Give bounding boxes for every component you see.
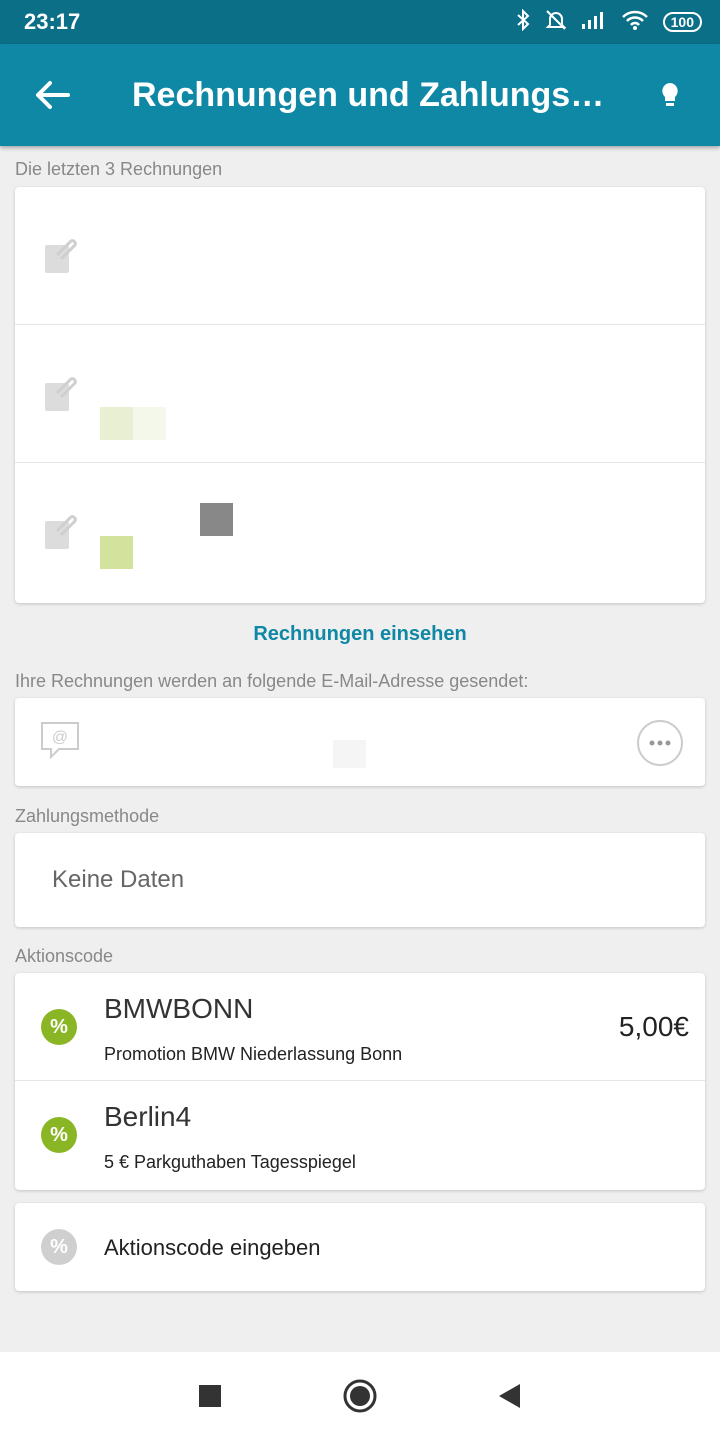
more-dots-icon (649, 740, 671, 746)
promo-description: Promotion BMW Niederlassung Bonn (104, 1044, 403, 1064)
arrow-left-icon (36, 81, 70, 109)
promo-list-card: % BMWBONN Promotion BMW Niederlassung Bo… (15, 973, 705, 1190)
system-nav-bar (0, 1352, 720, 1440)
bell-off-icon (545, 9, 567, 36)
email-card[interactable]: @ (15, 698, 705, 786)
lightbulb-icon (662, 83, 678, 106)
percent-icon: % (41, 1009, 77, 1045)
percent-icon: % (41, 1117, 77, 1153)
svg-text:@: @ (52, 729, 68, 746)
status-bar: 23:17 100 (0, 0, 720, 44)
invoice-row[interactable] (15, 463, 705, 601)
paperclip-document-icon (45, 239, 77, 273)
promo-description: 5 € Parkguthaben Tagesspiegel (104, 1152, 356, 1172)
promo-section-label: Aktionscode (15, 946, 114, 966)
back-button[interactable] (0, 44, 104, 146)
tips-button[interactable] (620, 44, 720, 146)
paperclip-document-icon (45, 377, 77, 411)
redacted-block (133, 407, 166, 440)
enter-promo-code-label: Aktionscode eingeben (104, 1235, 321, 1260)
promo-amount: 5,00€ (618, 1011, 689, 1042)
payment-method-value: Keine Daten (52, 866, 185, 893)
circle-icon (343, 1379, 377, 1413)
email-section-label: Ihre Rechnungen werden an folgende E-Mai… (15, 671, 529, 691)
invoice-row[interactable] (15, 325, 705, 463)
paperclip-document-icon (45, 515, 77, 549)
enter-promo-code-button[interactable]: % Aktionscode eingeben (15, 1203, 705, 1291)
redacted-block (333, 740, 366, 768)
wifi-icon (621, 9, 649, 36)
recents-button[interactable] (188, 1374, 232, 1418)
redacted-block (200, 503, 233, 536)
square-icon (199, 1385, 221, 1407)
promo-item[interactable]: % BMWBONN Promotion BMW Niederlassung Bo… (15, 973, 705, 1081)
invoices-section-label: Die letzten 3 Rechnungen (15, 159, 223, 179)
email-at-icon: @ (41, 722, 79, 760)
signal-icon (581, 10, 607, 35)
bluetooth-icon (515, 8, 531, 36)
app-bar: Rechnungen und Zahlungsdet… (0, 44, 720, 146)
view-invoices-link[interactable]: Rechnungen einsehen (0, 623, 720, 646)
promo-item[interactable]: % Berlin4 5 € Parkguthaben Tagesspiegel (15, 1081, 705, 1189)
redacted-block (100, 536, 133, 569)
invoices-card (15, 187, 705, 603)
invoice-row[interactable] (15, 187, 705, 325)
triangle-back-icon (499, 1384, 520, 1408)
payment-method-card[interactable]: Keine Daten (15, 833, 705, 927)
promo-code: Berlin4 (104, 1101, 192, 1132)
payment-section-label: Zahlungsmethode (15, 806, 160, 826)
page-title: Rechnungen und Zahlungsdet… (132, 75, 620, 114)
back-nav-button[interactable] (488, 1374, 532, 1418)
home-button[interactable] (338, 1374, 382, 1418)
redacted-block (100, 407, 133, 440)
promo-code: BMWBONN (104, 993, 254, 1024)
percent-icon: % (41, 1229, 77, 1265)
more-options-button[interactable] (637, 720, 683, 766)
status-icons: 100 (515, 8, 702, 36)
status-time: 23:17 (24, 9, 81, 34)
battery-indicator: 100 (662, 12, 702, 32)
